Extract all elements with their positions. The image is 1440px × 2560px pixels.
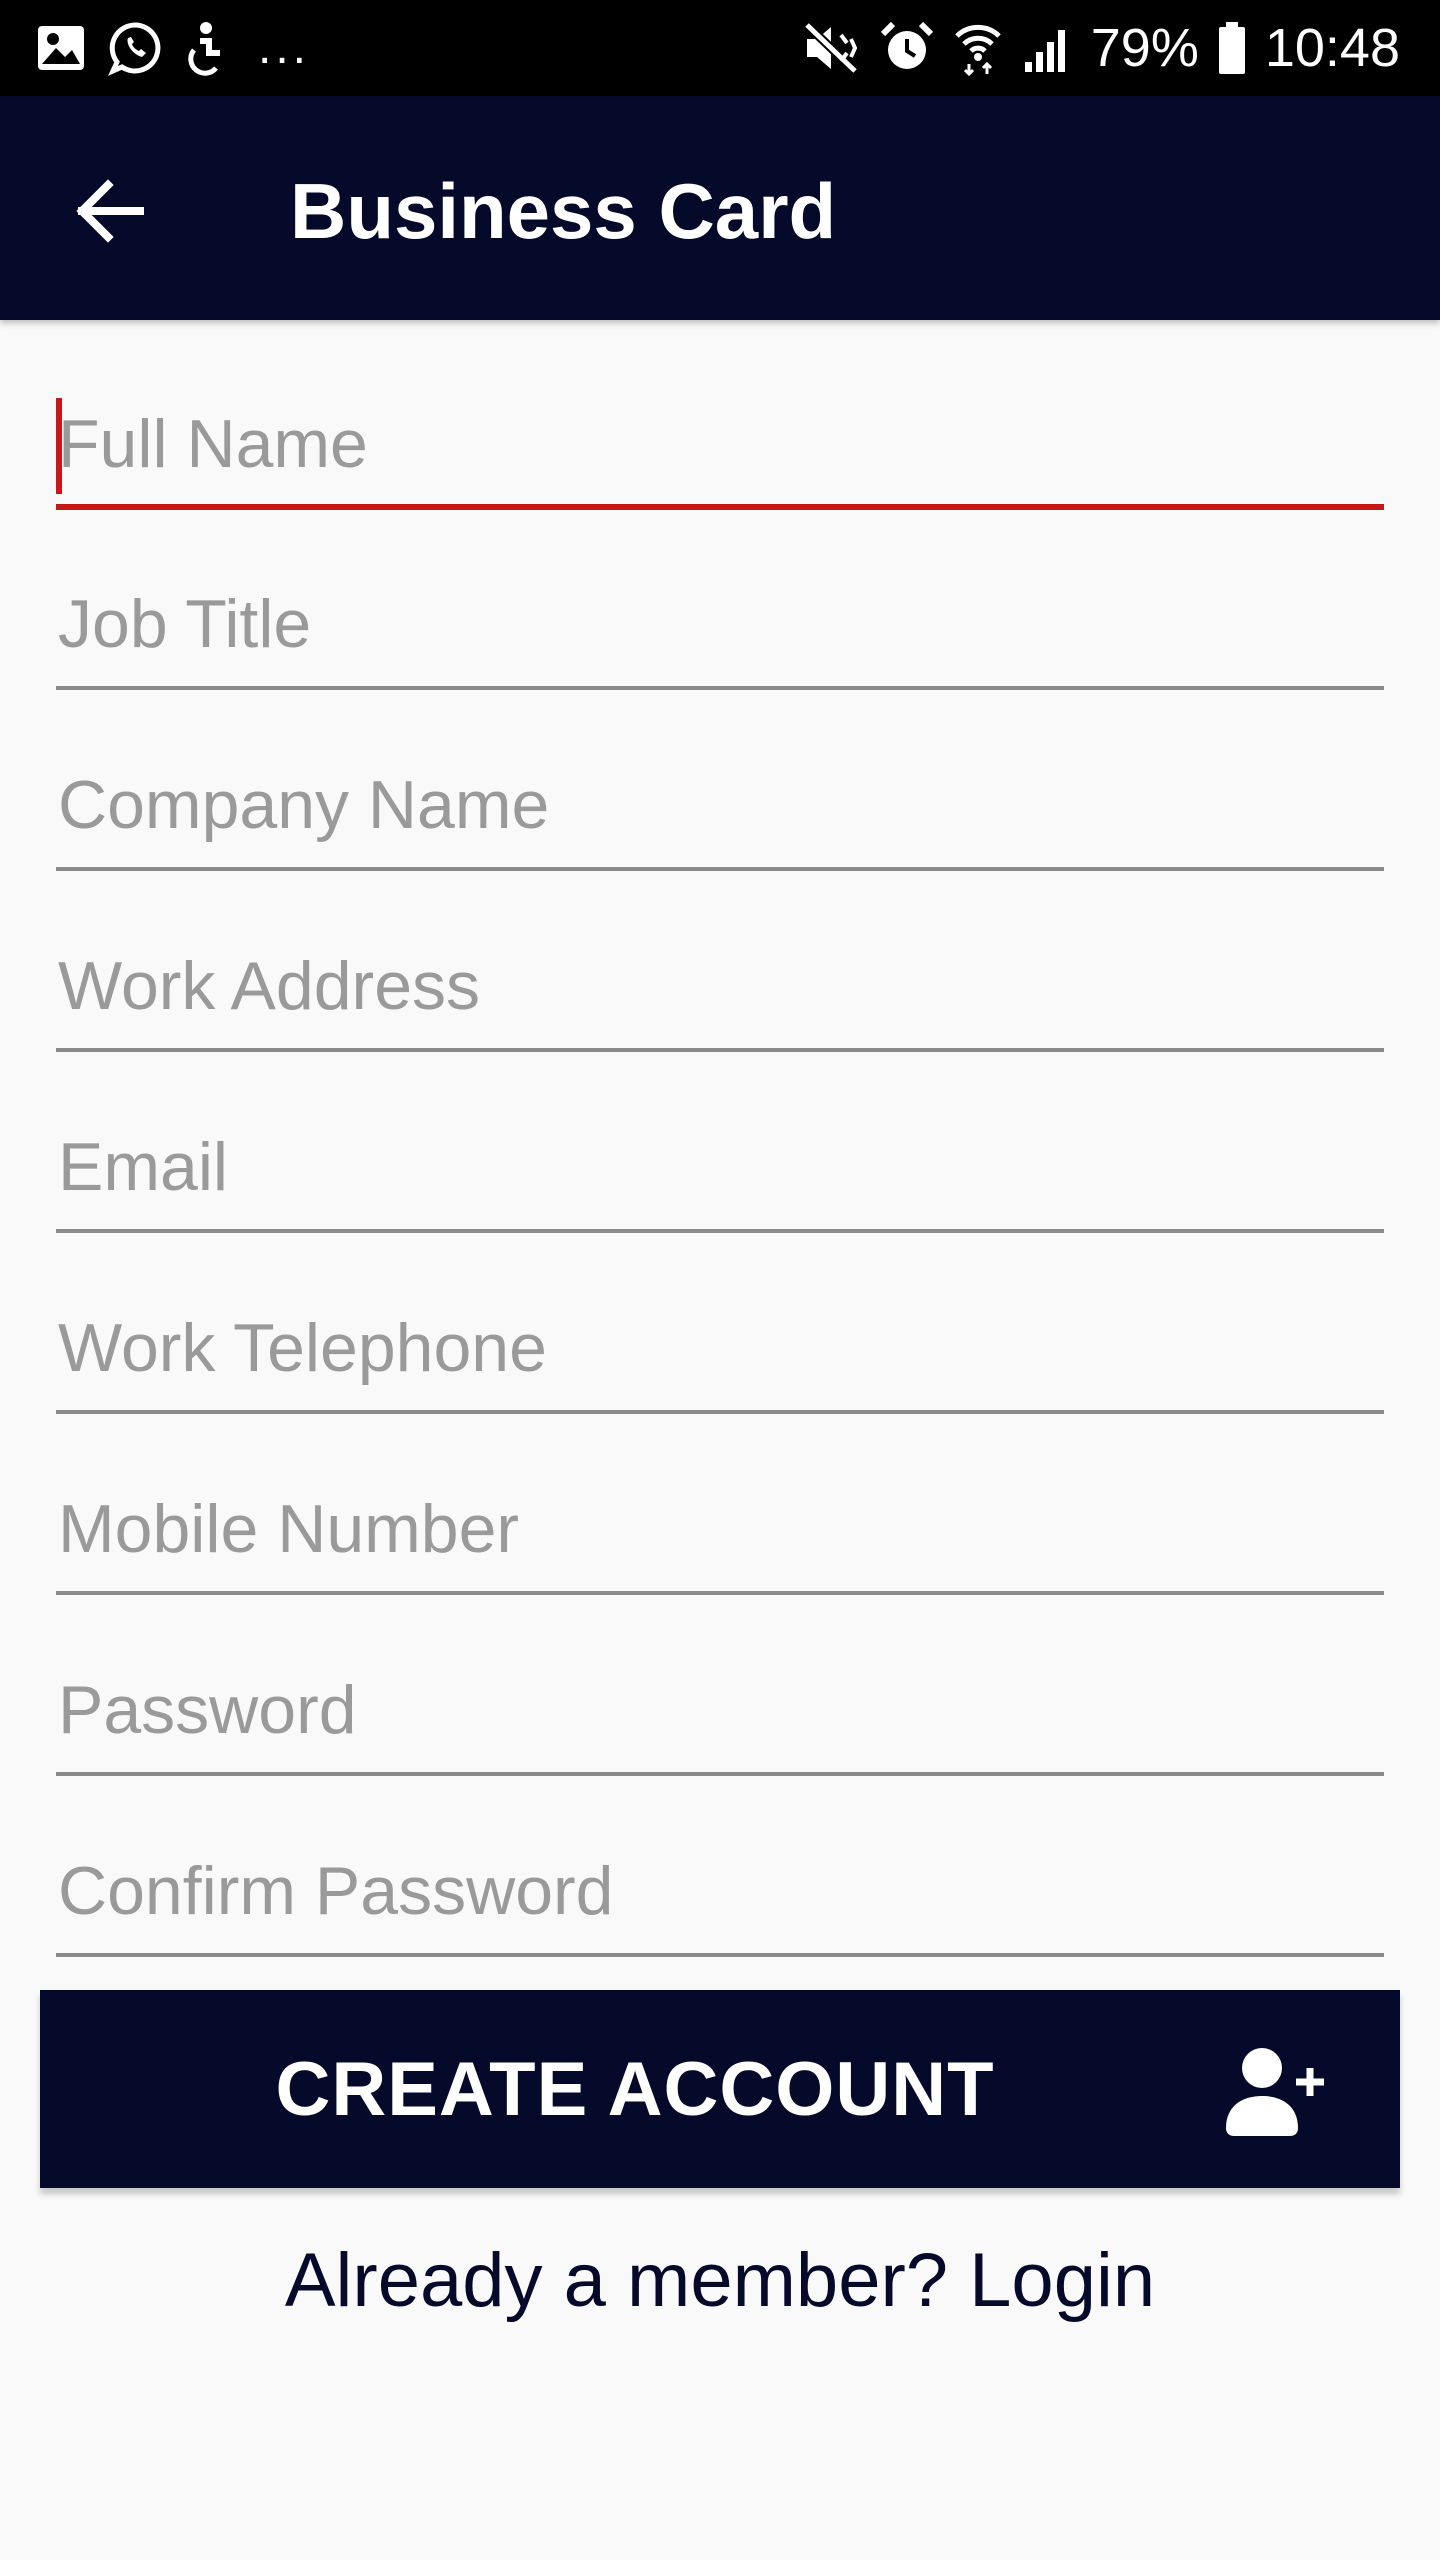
full-name-placeholder: Full Name bbox=[58, 406, 368, 482]
email-placeholder: Email bbox=[58, 1129, 229, 1205]
work-address-placeholder: Work Address bbox=[58, 948, 481, 1024]
mute-icon bbox=[803, 21, 858, 75]
status-bar-right: 79% 10:48 bbox=[803, 18, 1400, 78]
status-bar: ... 79% 10:48 bbox=[0, 0, 1440, 96]
work-telephone-field[interactable]: Work Telephone bbox=[56, 1304, 1384, 1414]
alarm-icon bbox=[880, 21, 933, 69]
company-name-placeholder: Company Name bbox=[58, 767, 550, 843]
login-link[interactable]: Already a member? Login bbox=[0, 2236, 1440, 2326]
battery-icon bbox=[1218, 22, 1245, 74]
work-telephone-placeholder: Work Telephone bbox=[58, 1310, 547, 1386]
whatsapp-icon bbox=[108, 22, 161, 76]
signal-icon bbox=[1024, 30, 1065, 72]
arrow-left-icon bbox=[76, 179, 144, 243]
confirm-password-underline bbox=[56, 1953, 1384, 1957]
mobile-number-underline bbox=[56, 1591, 1384, 1595]
job-title-underline bbox=[56, 686, 1384, 690]
create-account-button[interactable]: CREATE ACCOUNT bbox=[40, 1990, 1400, 2188]
create-account-label: CREATE ACCOUNT bbox=[275, 2046, 995, 2132]
battery-percent: 79% bbox=[1090, 18, 1199, 78]
job-title-field[interactable]: Job Title bbox=[56, 580, 1384, 690]
work-address-underline bbox=[56, 1048, 1384, 1052]
password-underline bbox=[56, 1772, 1384, 1776]
password-placeholder: Password bbox=[58, 1672, 357, 1748]
more-notifications-indicator: ... bbox=[258, 21, 311, 74]
work-address-field[interactable]: Work Address bbox=[56, 942, 1384, 1052]
add-user-icon bbox=[1226, 2048, 1324, 2136]
full-name-underline bbox=[56, 504, 1384, 510]
job-title-placeholder: Job Title bbox=[58, 586, 312, 662]
mobile-number-field[interactable]: Mobile Number bbox=[56, 1485, 1384, 1595]
page-title: Business Card bbox=[290, 167, 837, 255]
work-telephone-underline bbox=[56, 1410, 1384, 1414]
email-field[interactable]: Email bbox=[56, 1123, 1384, 1233]
app-bar: Business Card bbox=[0, 96, 1440, 320]
gallery-icon bbox=[38, 26, 84, 70]
company-name-field[interactable]: Company Name bbox=[56, 761, 1384, 871]
company-name-underline bbox=[56, 867, 1384, 871]
full-name-field[interactable]: Full Name bbox=[56, 398, 1384, 510]
password-field[interactable]: Password bbox=[56, 1666, 1384, 1776]
accessibility-icon bbox=[188, 22, 220, 76]
email-underline bbox=[56, 1229, 1384, 1233]
confirm-password-field[interactable]: Confirm Password bbox=[56, 1847, 1384, 1957]
confirm-password-placeholder: Confirm Password bbox=[58, 1853, 614, 1929]
mobile-number-placeholder: Mobile Number bbox=[58, 1491, 520, 1567]
status-bar-left: ... bbox=[36, 18, 310, 78]
back-button[interactable] bbox=[56, 156, 166, 266]
clock-time: 10:48 bbox=[1264, 18, 1400, 78]
wifi-icon bbox=[955, 24, 1001, 76]
